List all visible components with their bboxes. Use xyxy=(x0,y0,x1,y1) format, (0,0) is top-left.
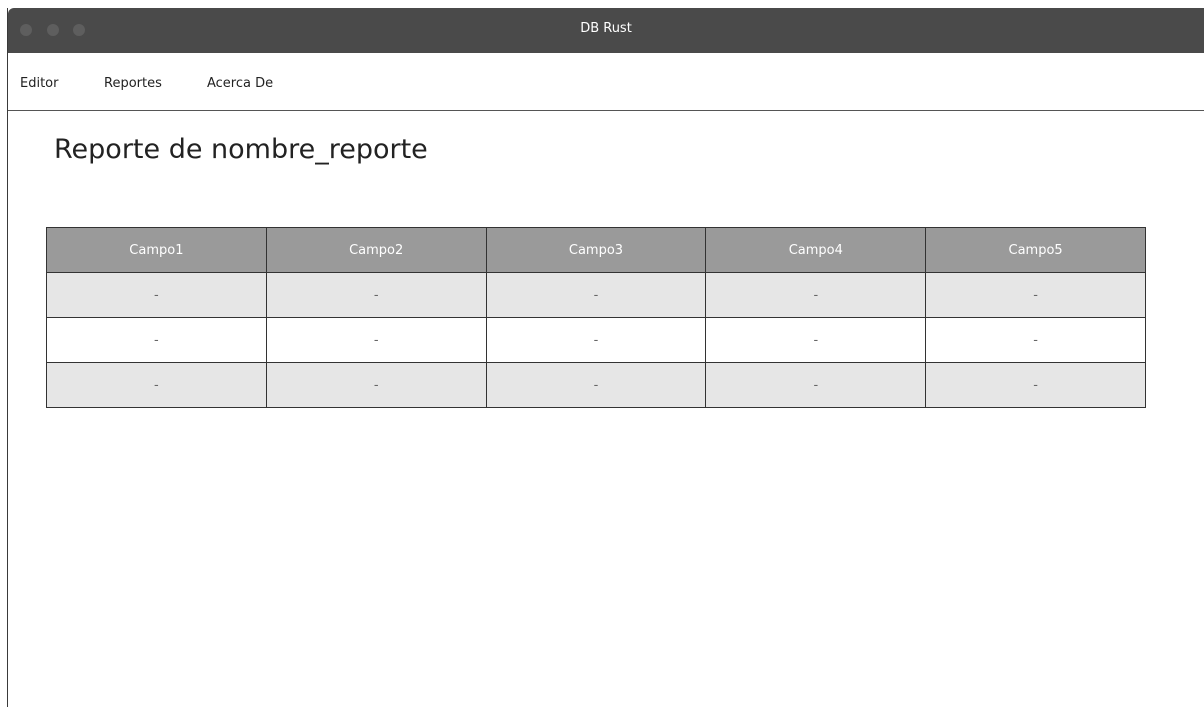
table-cell: - xyxy=(705,317,927,363)
page-title: Reporte de nombre_reporte xyxy=(54,134,428,165)
table-cell: - xyxy=(46,362,267,408)
table-cell: - xyxy=(485,362,707,408)
table-cell: - xyxy=(705,362,927,408)
table-cell: - xyxy=(925,317,1146,363)
table-cell: - xyxy=(265,317,487,363)
table-row: - - - - - xyxy=(46,362,1146,408)
column-header: Campo4 xyxy=(705,227,927,273)
table-cell: - xyxy=(485,272,707,318)
menu-item-editor[interactable]: Editor xyxy=(20,76,58,91)
column-header: Campo5 xyxy=(925,227,1146,273)
menu-item-reportes[interactable]: Reportes xyxy=(104,76,162,91)
table-cell: - xyxy=(705,272,927,318)
table-row: - - - - - xyxy=(46,272,1146,318)
window-title: DB Rust xyxy=(580,21,632,36)
column-header: Campo2 xyxy=(265,227,487,273)
table-header-row: Campo1 Campo2 Campo3 Campo4 Campo5 xyxy=(46,227,1146,273)
table-cell: - xyxy=(265,362,487,408)
column-header: Campo1 xyxy=(46,227,267,273)
menu-item-acerca-de[interactable]: Acerca De xyxy=(207,76,273,91)
menu-bar: Editor Reportes Acerca De xyxy=(8,53,1204,111)
table-cell: - xyxy=(265,272,487,318)
table-cell: - xyxy=(46,272,267,318)
report-table: Campo1 Campo2 Campo3 Campo4 Campo5 - - -… xyxy=(46,227,1146,408)
table-cell: - xyxy=(925,272,1146,318)
column-header: Campo3 xyxy=(485,227,707,273)
table-cell: - xyxy=(485,317,707,363)
title-bar[interactable]: DB Rust xyxy=(8,8,1204,53)
table-cell: - xyxy=(925,362,1146,408)
table-row: - - - - - xyxy=(46,317,1146,363)
table-cell: - xyxy=(46,317,267,363)
